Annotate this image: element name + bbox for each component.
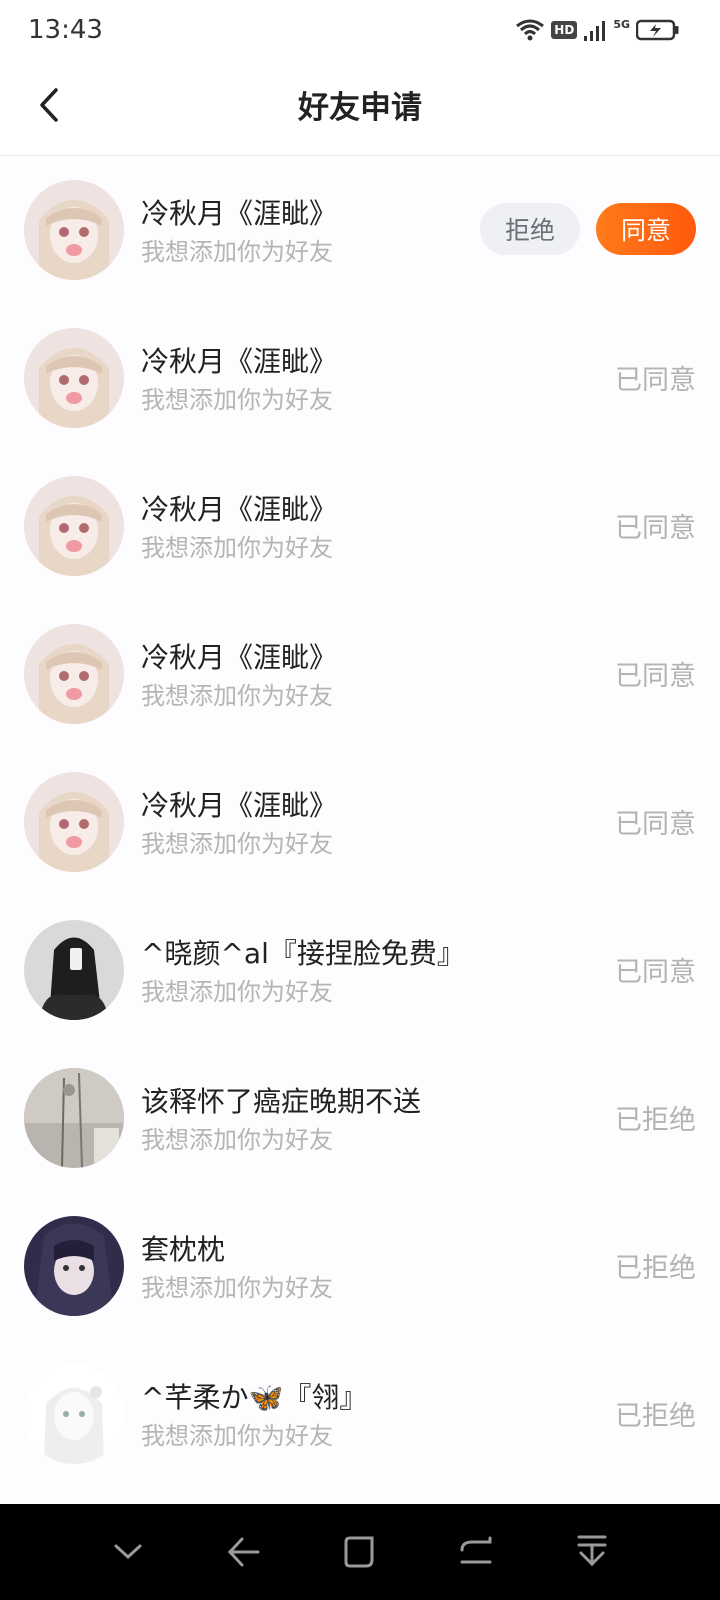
request-message: 我想添加你为好友 (141, 386, 333, 414)
request-name: ^芊柔か🦋『翎』 (141, 1381, 368, 1414)
request-row[interactable]: 冷秋月《涯眦》 我想添加你为好友 已同意 (0, 600, 720, 748)
nav-recents-button[interactable] (446, 1522, 506, 1582)
nav-home-button[interactable] (330, 1522, 390, 1582)
home-square-icon (344, 1536, 374, 1568)
doll-avatar[interactable] (24, 328, 124, 428)
status-bar: 13:43 HD 5G (0, 0, 720, 60)
doll-avatar[interactable] (24, 180, 124, 280)
page-title: 好友申请 (298, 90, 422, 126)
doll-avatar[interactable] (24, 476, 124, 576)
request-row[interactable]: 冷秋月《涯眦》 我想添加你为好友 已同意 (0, 748, 720, 896)
wifi-icon (516, 19, 545, 41)
friend-request-list: 冷秋月《涯眦》 我想添加你为好友 拒绝 同意 冷秋月《涯眦》 我想添加你为好友 … (0, 156, 720, 1504)
request-name: 冷秋月《涯眦》 (141, 641, 338, 674)
battery-icon (636, 19, 679, 41)
chevron-down-icon (114, 1544, 142, 1560)
request-status: 已同意 (615, 809, 696, 840)
request-name: 冷秋月《涯眦》 (141, 789, 338, 822)
request-name: ^晓颜^al『接捏脸免费』 (141, 937, 465, 970)
request-name: 冷秋月《涯眦》 (141, 493, 338, 526)
nav-hide-button[interactable] (98, 1522, 158, 1582)
signal-icon (584, 21, 606, 41)
hd-icon: HD (551, 21, 578, 39)
request-message: 我想添加你为好友 (141, 1274, 333, 1302)
doll-avatar[interactable] (24, 624, 124, 724)
pull-down-icon (577, 1535, 607, 1567)
reject-button[interactable]: 拒绝 (480, 203, 580, 255)
nav-back-button[interactable] (214, 1522, 274, 1582)
request-status: 已同意 (615, 365, 696, 396)
request-status: 已拒绝 (615, 1105, 696, 1136)
request-row[interactable]: 套枕枕 我想添加你为好友 已拒绝 (0, 1192, 720, 1340)
header: 好友申请 (0, 60, 720, 156)
5g-icon: 5G (613, 18, 630, 31)
request-row[interactable]: 冷秋月《涯眦》 我想添加你为好友 拒绝 同意 (0, 156, 720, 304)
request-name: 冷秋月《涯眦》 (141, 345, 338, 378)
request-status: 已同意 (615, 661, 696, 692)
recents-icon (460, 1536, 492, 1564)
nav-pulldown-button[interactable] (562, 1522, 622, 1582)
request-status: 已同意 (615, 957, 696, 988)
request-row[interactable]: 冷秋月《涯眦》 我想添加你为好友 已同意 (0, 452, 720, 600)
request-name: 该释怀了癌症晚期不送 (141, 1085, 422, 1118)
request-row[interactable]: 该释怀了癌症晚期不送 我想添加你为好友 已拒绝 (0, 1044, 720, 1192)
request-message: 我想添加你为好友 (141, 978, 333, 1006)
girl-photo-avatar[interactable] (24, 1216, 124, 1316)
request-message: 我想添加你为好友 (141, 238, 333, 266)
request-message: 我想添加你为好友 (141, 682, 333, 710)
request-status: 已拒绝 (615, 1253, 696, 1284)
request-name: 套枕枕 (141, 1233, 226, 1266)
white-doll-avatar[interactable] (24, 1364, 124, 1464)
accept-button[interactable]: 同意 (596, 203, 696, 255)
request-message: 我想添加你为好友 (141, 534, 333, 562)
request-status: 已同意 (615, 513, 696, 544)
request-row[interactable]: ^晓颜^al『接捏脸免费』 我想添加你为好友 已同意 (0, 896, 720, 1044)
request-row[interactable]: ^芊柔か🦋『翎』 我想添加你为好友 已拒绝 (0, 1340, 720, 1488)
system-nav-bar (0, 1504, 720, 1600)
request-row[interactable]: 冷秋月《涯眦》 我想添加你为好友 已同意 (0, 304, 720, 452)
request-status: 已拒绝 (615, 1401, 696, 1432)
request-message: 我想添加你为好友 (141, 830, 333, 858)
doll-avatar[interactable] (24, 772, 124, 872)
status-icons: HD 5G (515, 18, 680, 42)
back-arrow-icon (227, 1537, 260, 1567)
request-message: 我想添加你为好友 (141, 1422, 333, 1450)
gray-photo-avatar[interactable] (24, 1068, 124, 1168)
dark-hair-avatar[interactable] (24, 920, 124, 1020)
request-name: 冷秋月《涯眦》 (141, 197, 338, 230)
request-message: 我想添加你为好友 (141, 1126, 333, 1154)
status-time: 13:43 (28, 15, 103, 45)
